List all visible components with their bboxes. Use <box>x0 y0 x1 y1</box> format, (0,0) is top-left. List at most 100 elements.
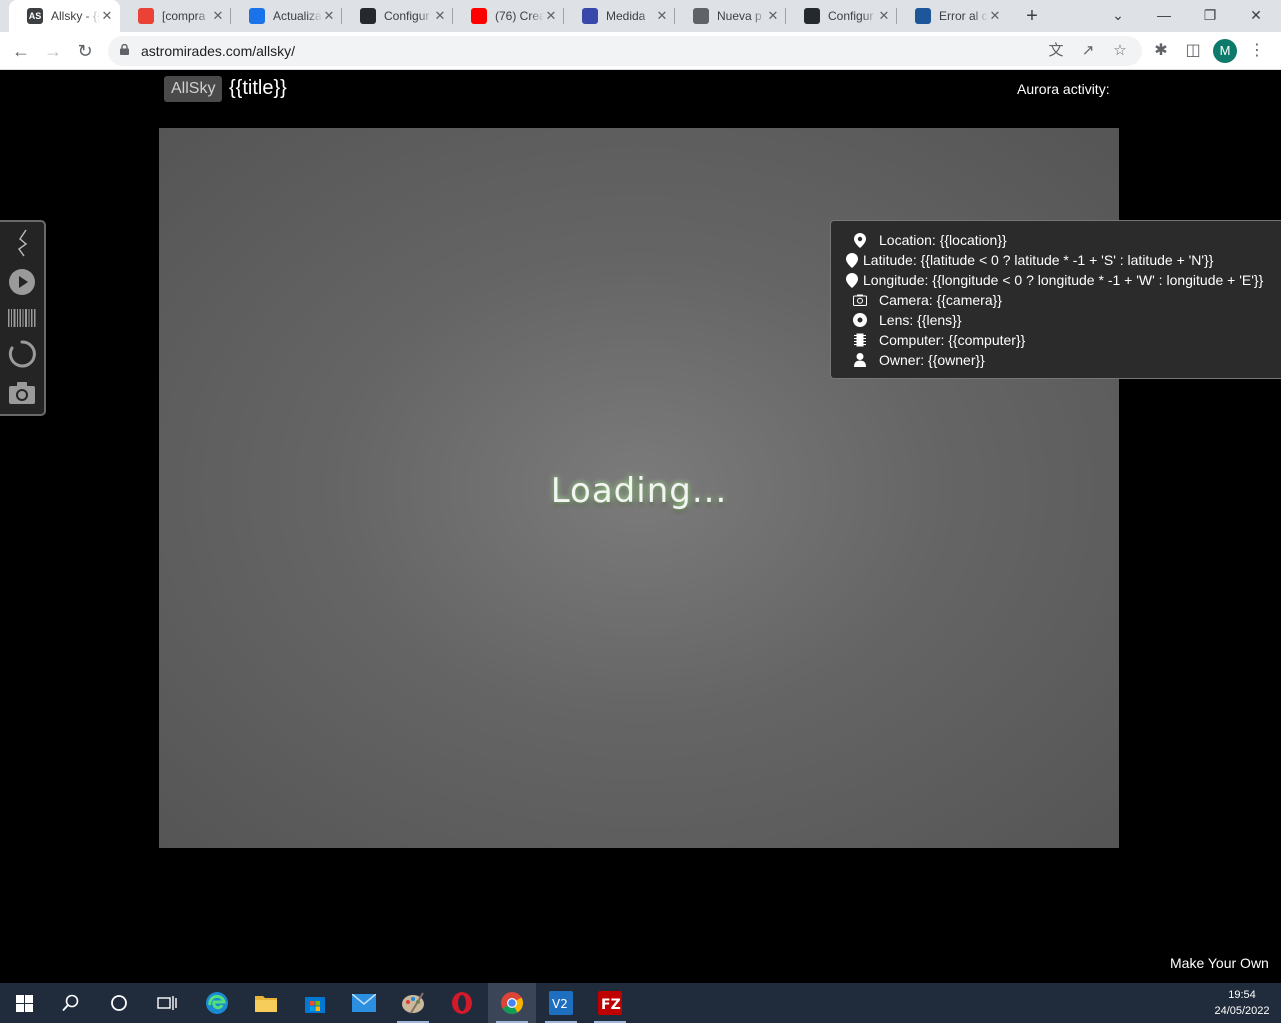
system-clock[interactable]: 19:54 24/05/2022 <box>1204 987 1280 1019</box>
close-tab-icon[interactable]: ✕ <box>988 8 1002 24</box>
filezilla-app[interactable]: FZ <box>586 983 634 1023</box>
lock-icon[interactable] <box>120 44 129 55</box>
pin-icon <box>841 272 863 288</box>
browser-tab[interactable]: (76) Crea ✕ <box>453 0 564 32</box>
filezilla-icon: FZ <box>598 991 622 1015</box>
store-app[interactable] <box>291 983 339 1023</box>
tab-title: (76) Crea <box>495 9 544 23</box>
clock-time: 19:54 <box>1228 989 1256 1001</box>
bookmark-star-icon[interactable]: ☆ <box>1110 42 1130 60</box>
tab-title: Medida <box>606 9 646 23</box>
reload-button[interactable]: ↻ <box>71 38 99 64</box>
close-tab-icon[interactable]: ✕ <box>100 8 114 24</box>
tab-favicon-icon <box>138 8 154 24</box>
tab-favicon-icon <box>471 8 487 24</box>
allsky-page: AllSky {{title}} Aurora activity: Loadin… <box>0 71 1281 983</box>
snapshot-button[interactable] <box>7 378 37 408</box>
close-tab-icon[interactable]: ✕ <box>211 8 225 24</box>
keogram-button[interactable] <box>7 303 37 333</box>
lens-text: Lens: {{lens}} <box>879 312 962 328</box>
edge-icon <box>206 992 228 1014</box>
browser-tab[interactable]: Configur ✕ <box>342 0 453 32</box>
opera-icon <box>452 992 472 1014</box>
url-text[interactable]: astromirades.com/allsky/ <box>141 43 295 59</box>
task-view-button[interactable] <box>143 983 191 1023</box>
translate-icon[interactable]: 文 <box>1046 42 1066 60</box>
pin-icon <box>841 252 863 268</box>
map-marker-icon <box>849 232 871 248</box>
control-sidebar <box>0 220 46 416</box>
browser-tab[interactable]: [compra ✕ <box>120 0 231 32</box>
browser-tab[interactable]: Actualiza ✕ <box>231 0 342 32</box>
owner-text: Owner: {{owner}} <box>879 352 985 368</box>
extensions-icon[interactable]: ✱ <box>1150 40 1172 62</box>
vnc-app[interactable]: V2 <box>537 983 585 1023</box>
address-bar[interactable]: astromirades.com/allsky/ 文 ↗ ☆ <box>108 36 1142 66</box>
start-button[interactable] <box>0 983 48 1023</box>
camera-icon <box>849 292 871 308</box>
browser-tab[interactable]: AS Allsky - {{✕ <box>9 0 120 32</box>
play-icon <box>9 269 35 295</box>
tab-search-button[interactable]: ⌄ <box>1095 0 1141 32</box>
side-panel-icon[interactable]: ◫ <box>1182 40 1204 62</box>
tab-title: [compra <box>162 9 206 23</box>
tab-separator <box>563 8 564 24</box>
info-computer: Computer: {{computer}} <box>849 330 1281 350</box>
close-tab-icon[interactable]: ✕ <box>655 8 669 24</box>
minimize-button[interactable]: — <box>1141 0 1187 32</box>
info-panel: Location: {{location}} Latitude: {{latit… <box>830 220 1281 379</box>
forward-button[interactable]: → <box>39 38 67 64</box>
close-tab-icon[interactable]: ✕ <box>766 8 780 24</box>
windows-taskbar: V2 FZ 19:54 24/05/2022 <box>0 983 1281 1023</box>
tab-favicon-icon: AS <box>27 8 43 24</box>
tab-favicon-icon <box>582 8 598 24</box>
chrome-app[interactable] <box>488 983 536 1023</box>
paint-app[interactable] <box>389 983 437 1023</box>
tab-title: Nueva p <box>717 9 762 23</box>
browser-tab[interactable]: Nueva p ✕ <box>675 0 786 32</box>
tab-favicon-icon <box>804 8 820 24</box>
close-tab-icon[interactable]: ✕ <box>433 8 447 24</box>
close-window-button[interactable]: ✕ <box>1233 0 1279 32</box>
profile-avatar[interactable]: M <box>1213 39 1237 63</box>
tab-separator <box>230 8 231 24</box>
starmap-toggle-button[interactable] <box>7 228 37 258</box>
browser-tab[interactable]: Configur ✕ <box>786 0 897 32</box>
tab-favicon-icon <box>360 8 376 24</box>
tab-separator <box>452 8 453 24</box>
page-title: {{title}} <box>229 77 287 99</box>
rotate-button[interactable] <box>7 339 37 369</box>
browser-tab[interactable]: Medida ✕ <box>564 0 675 32</box>
make-your-own-link[interactable]: Make Your Own <box>1170 955 1269 971</box>
opera-app[interactable] <box>438 983 486 1023</box>
lens-icon <box>849 312 871 328</box>
tab-title: Configur <box>384 9 430 23</box>
info-location: Location: {{location}} <box>849 230 1281 250</box>
computer-text: Computer: {{computer}} <box>879 332 1026 348</box>
mail-app[interactable] <box>340 983 388 1023</box>
timelapse-play-button[interactable] <box>7 267 37 297</box>
microchip-icon <box>849 332 871 348</box>
share-icon[interactable]: ↗ <box>1078 42 1098 60</box>
browser-tab[interactable]: Error al c ✕ <box>897 0 1008 32</box>
back-button[interactable]: ← <box>7 38 35 64</box>
file-explorer-app[interactable] <box>242 983 290 1023</box>
restore-button[interactable]: ❐ <box>1187 0 1233 32</box>
close-tab-icon[interactable]: ✕ <box>877 8 891 24</box>
clock-date: 24/05/2022 <box>1214 1005 1270 1017</box>
cortana-button[interactable] <box>95 983 143 1023</box>
camera-text: Camera: {{camera}} <box>879 292 1002 308</box>
new-tab-button[interactable]: + <box>1021 5 1043 27</box>
tab-separator <box>785 8 786 24</box>
browser-toolbar: ← → ↻ astromirades.com/allsky/ 文 ↗ ☆ ✱ ◫… <box>0 32 1281 70</box>
brand-label[interactable]: AllSky <box>164 76 223 102</box>
vnc-icon: V2 <box>549 991 573 1015</box>
close-tab-icon[interactable]: ✕ <box>322 8 336 24</box>
edge-app[interactable] <box>193 983 241 1023</box>
search-button[interactable] <box>47 983 95 1023</box>
user-icon <box>849 352 871 368</box>
loading-text: Loading... <box>550 471 728 511</box>
menu-icon[interactable]: ⋮ <box>1246 40 1268 62</box>
cortana-icon <box>111 995 127 1011</box>
close-tab-icon[interactable]: ✕ <box>544 8 558 24</box>
